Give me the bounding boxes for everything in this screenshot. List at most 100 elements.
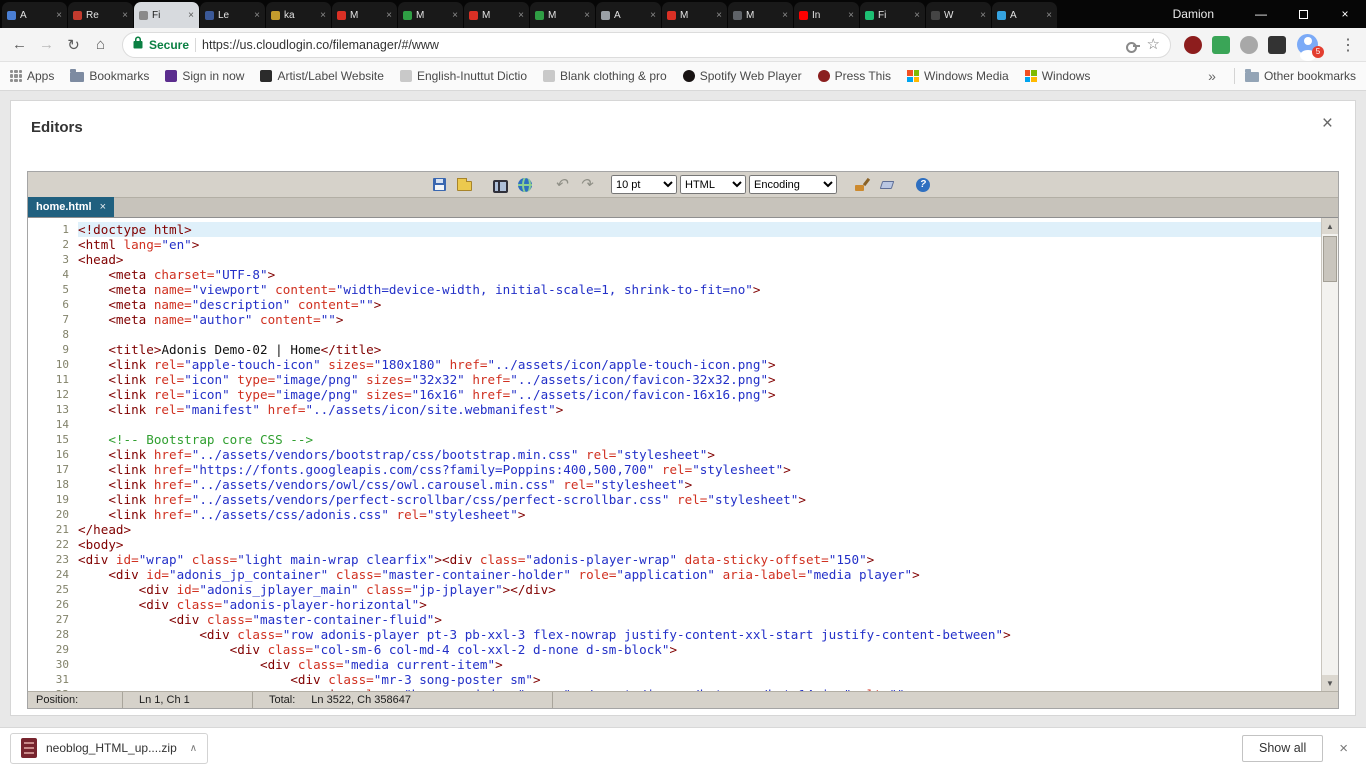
bookmark-item[interactable]: Apps xyxy=(10,69,54,83)
browser-tab[interactable]: Fi× xyxy=(860,2,925,28)
bookmark-star-icon[interactable]: ☆ xyxy=(1147,37,1160,52)
code-line[interactable]: 5 <meta name="viewport" content="width=d… xyxy=(28,282,1321,297)
code-line[interactable]: 3<head> xyxy=(28,252,1321,267)
back-button[interactable]: ← xyxy=(6,31,33,58)
browser-tab[interactable]: M× xyxy=(728,2,793,28)
redo-icon-button[interactable] xyxy=(575,175,597,195)
code-line[interactable]: 22<body> xyxy=(28,537,1321,552)
browser-tab[interactable]: Re× xyxy=(68,2,133,28)
code-line[interactable]: 32 <img class="box-rounded-sm" src="../a… xyxy=(28,687,1321,691)
bookmark-item[interactable]: English-Inuttut Dictio xyxy=(400,69,527,83)
undo-icon-button[interactable] xyxy=(550,175,572,195)
tab-close-icon[interactable]: × xyxy=(716,10,722,21)
tab-close-icon[interactable]: × xyxy=(188,10,194,21)
tab-close-icon[interactable]: × xyxy=(848,10,854,21)
code-line[interactable]: 30 <div class="media current-item"> xyxy=(28,657,1321,672)
code-line[interactable]: 27 <div class="master-container-fluid"> xyxy=(28,612,1321,627)
vertical-scrollbar[interactable]: ▲ ▼ xyxy=(1321,218,1338,691)
code-line[interactable]: 13 <link rel="manifest" href="../assets/… xyxy=(28,402,1321,417)
tab-close-icon[interactable]: × xyxy=(122,10,128,21)
browser-tab[interactable]: M× xyxy=(464,2,529,28)
code-line[interactable]: 19 <link href="../assets/vendors/perfect… xyxy=(28,492,1321,507)
bookmark-item[interactable]: Press This xyxy=(818,69,891,83)
editor-tab-home[interactable]: home.html × xyxy=(28,197,114,217)
tab-close-icon[interactable]: × xyxy=(914,10,920,21)
browser-tab[interactable]: A× xyxy=(992,2,1057,28)
other-bookmarks[interactable]: Other bookmarks xyxy=(1245,69,1356,83)
help-icon-button[interactable] xyxy=(912,175,934,195)
bookmarks-overflow-icon[interactable]: » xyxy=(1208,68,1216,84)
browser-tab[interactable]: M× xyxy=(398,2,463,28)
encoding-select[interactable]: Encoding xyxy=(749,175,837,194)
world-icon-button[interactable] xyxy=(514,175,536,195)
dialog-close-icon[interactable]: × xyxy=(1322,113,1333,135)
code-line[interactable]: 9 <title>Adonis Demo-02 | Home</title> xyxy=(28,342,1321,357)
bookmark-item[interactable]: Sign in now xyxy=(165,69,244,83)
code-area[interactable]: 1<!doctype html>2<html lang="en">3<head>… xyxy=(28,218,1338,691)
extension-icon-2[interactable] xyxy=(1212,36,1230,54)
download-caret-icon[interactable]: ∧ xyxy=(190,743,197,754)
tab-close-icon[interactable]: × xyxy=(650,10,656,21)
open-icon-button[interactable] xyxy=(453,175,475,195)
tab-close-icon[interactable]: × xyxy=(320,10,326,21)
code-line[interactable]: 6 <meta name="description" content=""> xyxy=(28,297,1321,312)
bookmark-item[interactable]: Artist/Label Website xyxy=(260,69,384,83)
code-line[interactable]: 31 <div class="mr-3 song-poster sm"> xyxy=(28,672,1321,687)
browser-tab[interactable]: M× xyxy=(662,2,727,28)
browser-tab[interactable]: ka× xyxy=(266,2,331,28)
profile-name[interactable]: Damion xyxy=(1173,7,1214,21)
browser-tab[interactable]: In× xyxy=(794,2,859,28)
scroll-thumb[interactable] xyxy=(1323,236,1337,282)
browser-tab[interactable]: A× xyxy=(2,2,67,28)
bookmark-item[interactable]: Windows xyxy=(1025,69,1091,83)
bookmark-item[interactable]: Windows Media xyxy=(907,69,1009,83)
tab-close-icon[interactable]: × xyxy=(386,10,392,21)
code-line[interactable]: 2<html lang="en"> xyxy=(28,237,1321,252)
bookmark-item[interactable]: Spotify Web Player xyxy=(683,69,802,83)
find-icon-button[interactable] xyxy=(489,175,511,195)
show-all-button[interactable]: Show all xyxy=(1242,735,1323,762)
extension-icon-4[interactable] xyxy=(1268,36,1286,54)
code-line[interactable]: 25 <div id="adonis_jplayer_main" class="… xyxy=(28,582,1321,597)
bookmark-item[interactable]: Blank clothing & pro xyxy=(543,69,667,83)
code-line[interactable]: 15 <!-- Bootstrap core CSS --> xyxy=(28,432,1321,447)
refresh-button[interactable]: ↻ xyxy=(60,31,87,58)
url-text[interactable]: https://us.cloudlogin.co/filemanager/#/w… xyxy=(202,38,439,52)
code-line[interactable]: 7 <meta name="author" content=""> xyxy=(28,312,1321,327)
code-line[interactable]: 29 <div class="col-sm-6 col-md-4 col-xxl… xyxy=(28,642,1321,657)
tab-close-icon[interactable]: × xyxy=(518,10,524,21)
code-line[interactable]: 23<div id="wrap" class="light main-wrap … xyxy=(28,552,1321,567)
code-line[interactable]: 17 <link href="https://fonts.googleapis.… xyxy=(28,462,1321,477)
browser-tab[interactable]: W× xyxy=(926,2,991,28)
code-line[interactable]: 8 xyxy=(28,327,1321,342)
extension-icon-1[interactable] xyxy=(1184,36,1202,54)
tab-close-icon[interactable]: × xyxy=(782,10,788,21)
maximize-button[interactable] xyxy=(1282,0,1324,28)
bookmark-item[interactable]: Bookmarks xyxy=(70,69,149,83)
syntax-select[interactable]: HTML xyxy=(680,175,746,194)
code-line[interactable]: 24 <div id="adonis_jp_container" class="… xyxy=(28,567,1321,582)
address-bar[interactable]: Secure https://us.cloudlogin.co/filemana… xyxy=(122,32,1171,58)
tab-close-icon[interactable]: × xyxy=(1046,10,1052,21)
code-line[interactable]: 10 <link rel="apple-touch-icon" sizes="1… xyxy=(28,357,1321,372)
code-line[interactable]: 12 <link rel="icon" type="image/png" siz… xyxy=(28,387,1321,402)
minimize-button[interactable]: — xyxy=(1240,0,1282,28)
code-line[interactable]: 26 <div class="adonis-player-horizontal"… xyxy=(28,597,1321,612)
download-item[interactable]: neoblog_HTML_up....zip ∧ xyxy=(10,733,208,764)
code-line[interactable]: 4 <meta charset="UTF-8"> xyxy=(28,267,1321,282)
browser-tab[interactable]: M× xyxy=(332,2,397,28)
code-line[interactable]: 16 <link href="../assets/vendors/bootstr… xyxy=(28,447,1321,462)
code-line[interactable]: 14 xyxy=(28,417,1321,432)
code-line[interactable]: 18 <link href="../assets/vendors/owl/css… xyxy=(28,477,1321,492)
clean-icon-button[interactable] xyxy=(851,175,873,195)
tab-close-icon[interactable]: × xyxy=(56,10,62,21)
browser-tab[interactable]: A× xyxy=(596,2,661,28)
download-bar-close-icon[interactable]: × xyxy=(1339,740,1348,757)
key-icon[interactable] xyxy=(1125,37,1141,53)
close-button[interactable]: × xyxy=(1324,0,1366,28)
tab-close-icon[interactable]: × xyxy=(452,10,458,21)
scroll-down-icon[interactable]: ▼ xyxy=(1322,675,1338,691)
home-button[interactable]: ⌂ xyxy=(87,31,114,58)
code-line[interactable]: 11 <link rel="icon" type="image/png" siz… xyxy=(28,372,1321,387)
code-line[interactable]: 1<!doctype html> xyxy=(28,222,1321,237)
